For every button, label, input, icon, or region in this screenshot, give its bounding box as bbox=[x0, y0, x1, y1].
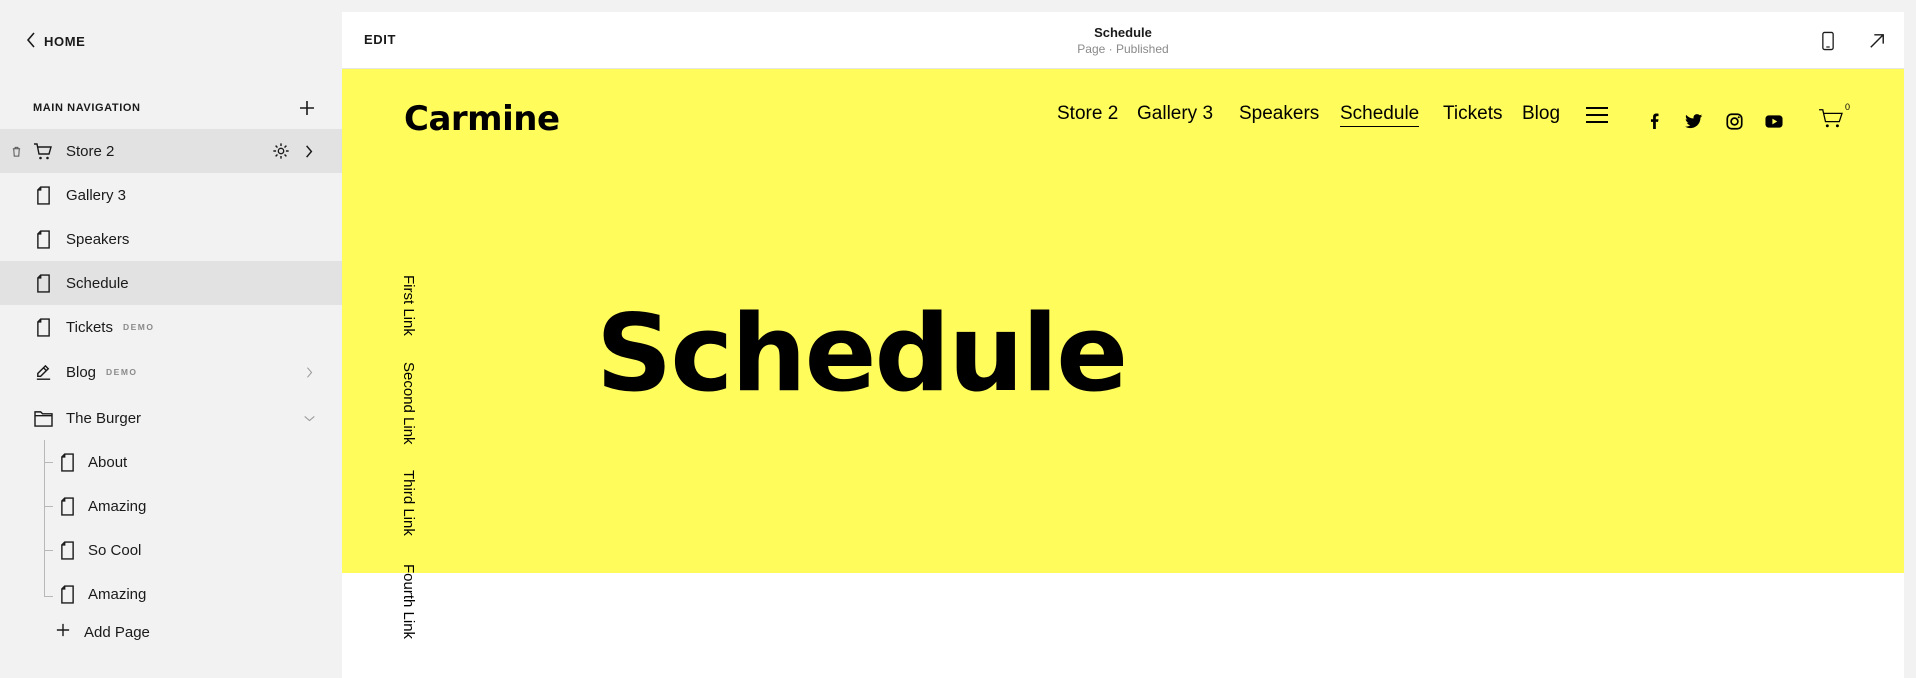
facebook-icon[interactable] bbox=[1644, 111, 1664, 131]
page-meta: Schedule Page · Published bbox=[342, 25, 1904, 56]
hero-heading[interactable]: Schedule bbox=[596, 301, 1128, 407]
demo-badge: DEMO bbox=[122, 322, 155, 332]
sidebar-item-blog[interactable]: Blog DEMO bbox=[0, 350, 342, 394]
sidebar-item-speakers[interactable]: Speakers bbox=[0, 217, 342, 261]
sidebar-item-tickets[interactable]: Tickets DEMO bbox=[0, 305, 342, 349]
cart-icon[interactable] bbox=[1818, 107, 1846, 133]
blog-pen-icon bbox=[33, 362, 53, 382]
site-nav-schedule[interactable]: Schedule bbox=[1340, 103, 1420, 127]
sidebar-item-label: Blog DEMO bbox=[66, 363, 138, 381]
vertical-link-second[interactable]: Second Link bbox=[400, 362, 417, 445]
plus-icon bbox=[56, 623, 70, 641]
instagram-icon[interactable] bbox=[1724, 111, 1744, 131]
sidebar-subitem-label: So Cool bbox=[88, 541, 142, 559]
sidebar-subitem-amazing-2[interactable]: Amazing bbox=[0, 572, 342, 616]
add-page-label: Add Page bbox=[84, 623, 150, 641]
cart-count-badge: 0 bbox=[1845, 102, 1851, 112]
twitter-icon[interactable] bbox=[1684, 111, 1704, 131]
sidebar-subitem-label: About bbox=[88, 453, 128, 471]
sidebar-item-label: Gallery 3 bbox=[66, 186, 127, 204]
trash-icon[interactable] bbox=[9, 144, 23, 158]
site-nav-tickets[interactable]: Tickets bbox=[1443, 103, 1502, 125]
hamburger-menu-icon[interactable] bbox=[1586, 107, 1608, 125]
vertical-link-fourth[interactable]: Fourth Link bbox=[400, 564, 417, 639]
sidebar: HOME MAIN NAVIGATION Store 2 Gallery 3 S… bbox=[0, 0, 342, 678]
hero-section: Carmine Store 2 Gallery 3 Speakers Sched… bbox=[342, 69, 1904, 573]
page-icon bbox=[57, 584, 77, 604]
home-label: HOME bbox=[44, 33, 86, 49]
gear-icon[interactable] bbox=[271, 141, 291, 161]
site-nav-store-2[interactable]: Store 2 bbox=[1057, 103, 1118, 125]
editor-top-bar: EDIT Schedule Page · Published bbox=[342, 12, 1904, 69]
sidebar-subitem-label: Amazing bbox=[88, 497, 147, 515]
chevron-right-icon[interactable] bbox=[299, 141, 319, 161]
sidebar-item-label: Speakers bbox=[66, 230, 130, 248]
site-preview-canvas[interactable]: Carmine Store 2 Gallery 3 Speakers Sched… bbox=[342, 69, 1904, 678]
cart-icon bbox=[33, 141, 53, 161]
sidebar-subitem-amazing[interactable]: Amazing bbox=[0, 484, 342, 528]
mobile-preview-icon[interactable] bbox=[1816, 29, 1840, 53]
sidebar-item-store-2[interactable]: Store 2 bbox=[0, 129, 342, 173]
sidebar-item-label: Store 2 bbox=[66, 142, 115, 160]
main-navigation-header: MAIN NAVIGATION bbox=[33, 97, 317, 119]
folder-icon bbox=[33, 408, 53, 428]
page-icon bbox=[33, 317, 53, 337]
add-page-button[interactable]: Add Page bbox=[56, 620, 150, 644]
expand-arrow-icon[interactable] bbox=[1865, 29, 1889, 53]
site-brand-logo[interactable]: Carmine bbox=[404, 99, 560, 139]
youtube-icon[interactable] bbox=[1764, 111, 1784, 131]
chevron-down-icon[interactable] bbox=[299, 408, 319, 428]
demo-badge: DEMO bbox=[106, 367, 138, 377]
sidebar-subitem-label: Amazing bbox=[88, 585, 147, 603]
page-icon bbox=[57, 540, 77, 560]
sidebar-subitem-so-cool[interactable]: So Cool bbox=[0, 528, 342, 572]
sidebar-item-label: Schedule bbox=[66, 274, 129, 292]
page-icon bbox=[33, 185, 53, 205]
add-page-plus-icon[interactable] bbox=[297, 98, 317, 118]
page-title: Schedule bbox=[1094, 25, 1152, 40]
home-back-link[interactable]: HOME bbox=[26, 30, 85, 52]
site-nav-blog[interactable]: Blog bbox=[1522, 103, 1560, 125]
page-icon bbox=[57, 496, 77, 516]
sidebar-subitem-about[interactable]: About bbox=[0, 440, 342, 484]
page-icon bbox=[57, 452, 77, 472]
sidebar-item-schedule[interactable]: Schedule bbox=[0, 261, 342, 305]
sidebar-item-label: Tickets DEMO bbox=[66, 318, 155, 336]
chevron-right-icon[interactable] bbox=[299, 362, 319, 382]
page-status: Page · Published bbox=[1077, 42, 1169, 56]
sidebar-item-label: The Burger bbox=[66, 409, 142, 427]
page-icon bbox=[33, 229, 53, 249]
page-icon bbox=[33, 273, 53, 293]
sidebar-item-gallery-3[interactable]: Gallery 3 bbox=[0, 173, 342, 217]
section-title: MAIN NAVIGATION bbox=[33, 102, 141, 114]
site-nav-speakers[interactable]: Speakers bbox=[1239, 103, 1319, 125]
chevron-left-icon bbox=[26, 31, 36, 51]
vertical-link-third[interactable]: Third Link bbox=[400, 470, 417, 536]
vertical-link-first[interactable]: First Link bbox=[400, 275, 417, 336]
sidebar-item-the-burger[interactable]: The Burger bbox=[0, 396, 342, 440]
site-nav-gallery-3[interactable]: Gallery 3 bbox=[1137, 103, 1213, 125]
